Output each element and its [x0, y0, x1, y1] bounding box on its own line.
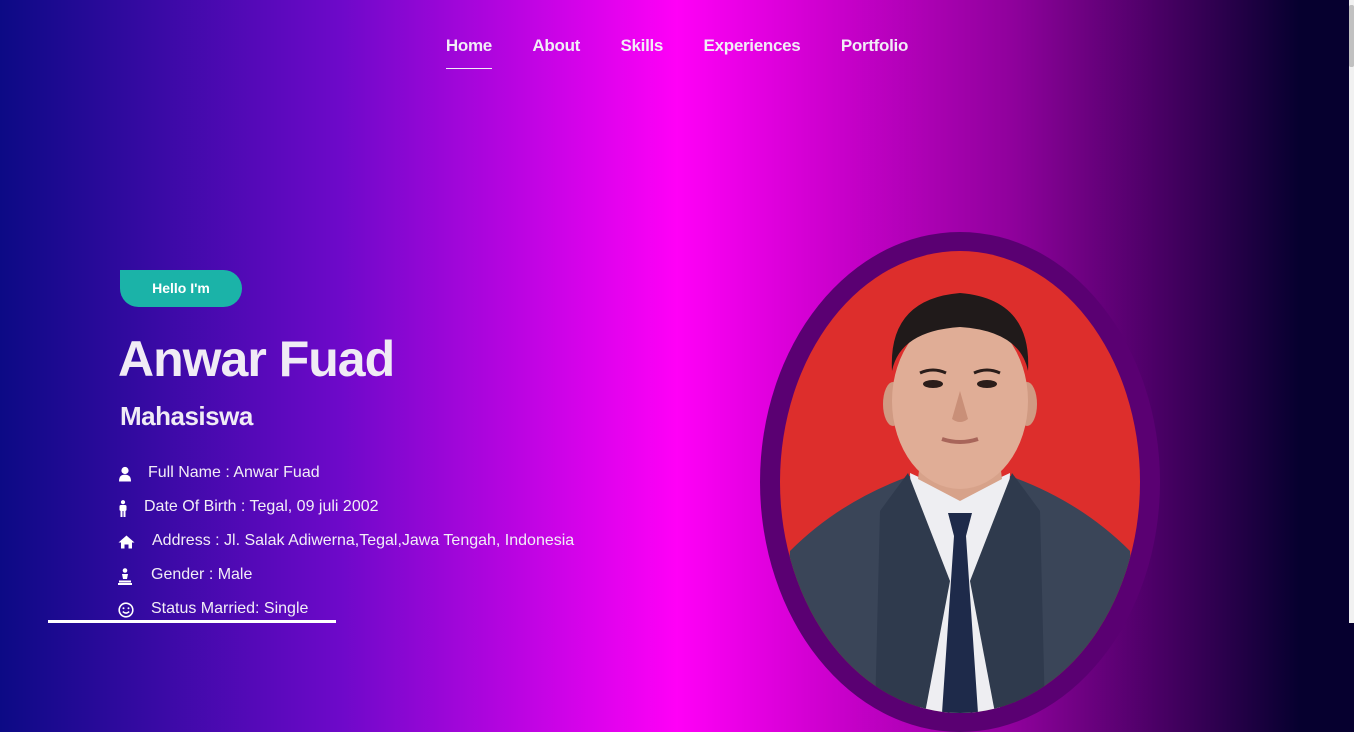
- info-gender: Gender : Male: [118, 566, 574, 600]
- info-full-name-text: Full Name : Anwar Fuad: [148, 464, 320, 481]
- main-nav: Home About Skills Experiences Portfolio: [0, 36, 1354, 69]
- scrollbar-thumb[interactable]: [1349, 5, 1354, 67]
- nav-home[interactable]: Home: [445, 36, 492, 69]
- info-status: Status Married: Single: [118, 600, 574, 634]
- info-address-text: Address : Jl. Salak Adiwerna,Tegal,Jawa …: [152, 532, 575, 549]
- portrait-illustration: [780, 293, 1140, 713]
- personal-info-list: Full Name : Anwar Fuad Date Of Birth : T…: [118, 464, 574, 634]
- home-icon: [118, 532, 148, 552]
- smile-icon: [118, 600, 147, 620]
- info-status-text: Status Married: Single: [151, 600, 309, 617]
- greeting-badge: Hello I'm: [120, 270, 242, 307]
- nav-about[interactable]: About: [532, 36, 580, 68]
- hero-name: Anwar Fuad: [118, 331, 395, 387]
- person-standing-icon: [118, 498, 140, 518]
- nav-skills[interactable]: Skills: [620, 36, 663, 68]
- nav-experiences[interactable]: Experiences: [704, 36, 801, 68]
- nav-portfolio[interactable]: Portfolio: [841, 36, 908, 68]
- info-gender-text: Gender : Male: [151, 566, 253, 583]
- info-full-name: Full Name : Anwar Fuad: [118, 464, 574, 498]
- user-icon: [118, 464, 144, 484]
- info-date-of-birth-text: Date Of Birth : Tegal, 09 juli 2002: [144, 498, 379, 515]
- gender-icon: [118, 566, 147, 586]
- scrollbar-track[interactable]: [1349, 0, 1354, 623]
- info-address: Address : Jl. Salak Adiwerna,Tegal,Jawa …: [118, 532, 574, 566]
- info-date-of-birth: Date Of Birth : Tegal, 09 juli 2002: [118, 498, 574, 532]
- hero-role: Mahasiswa: [120, 401, 253, 431]
- profile-photo: [780, 251, 1140, 713]
